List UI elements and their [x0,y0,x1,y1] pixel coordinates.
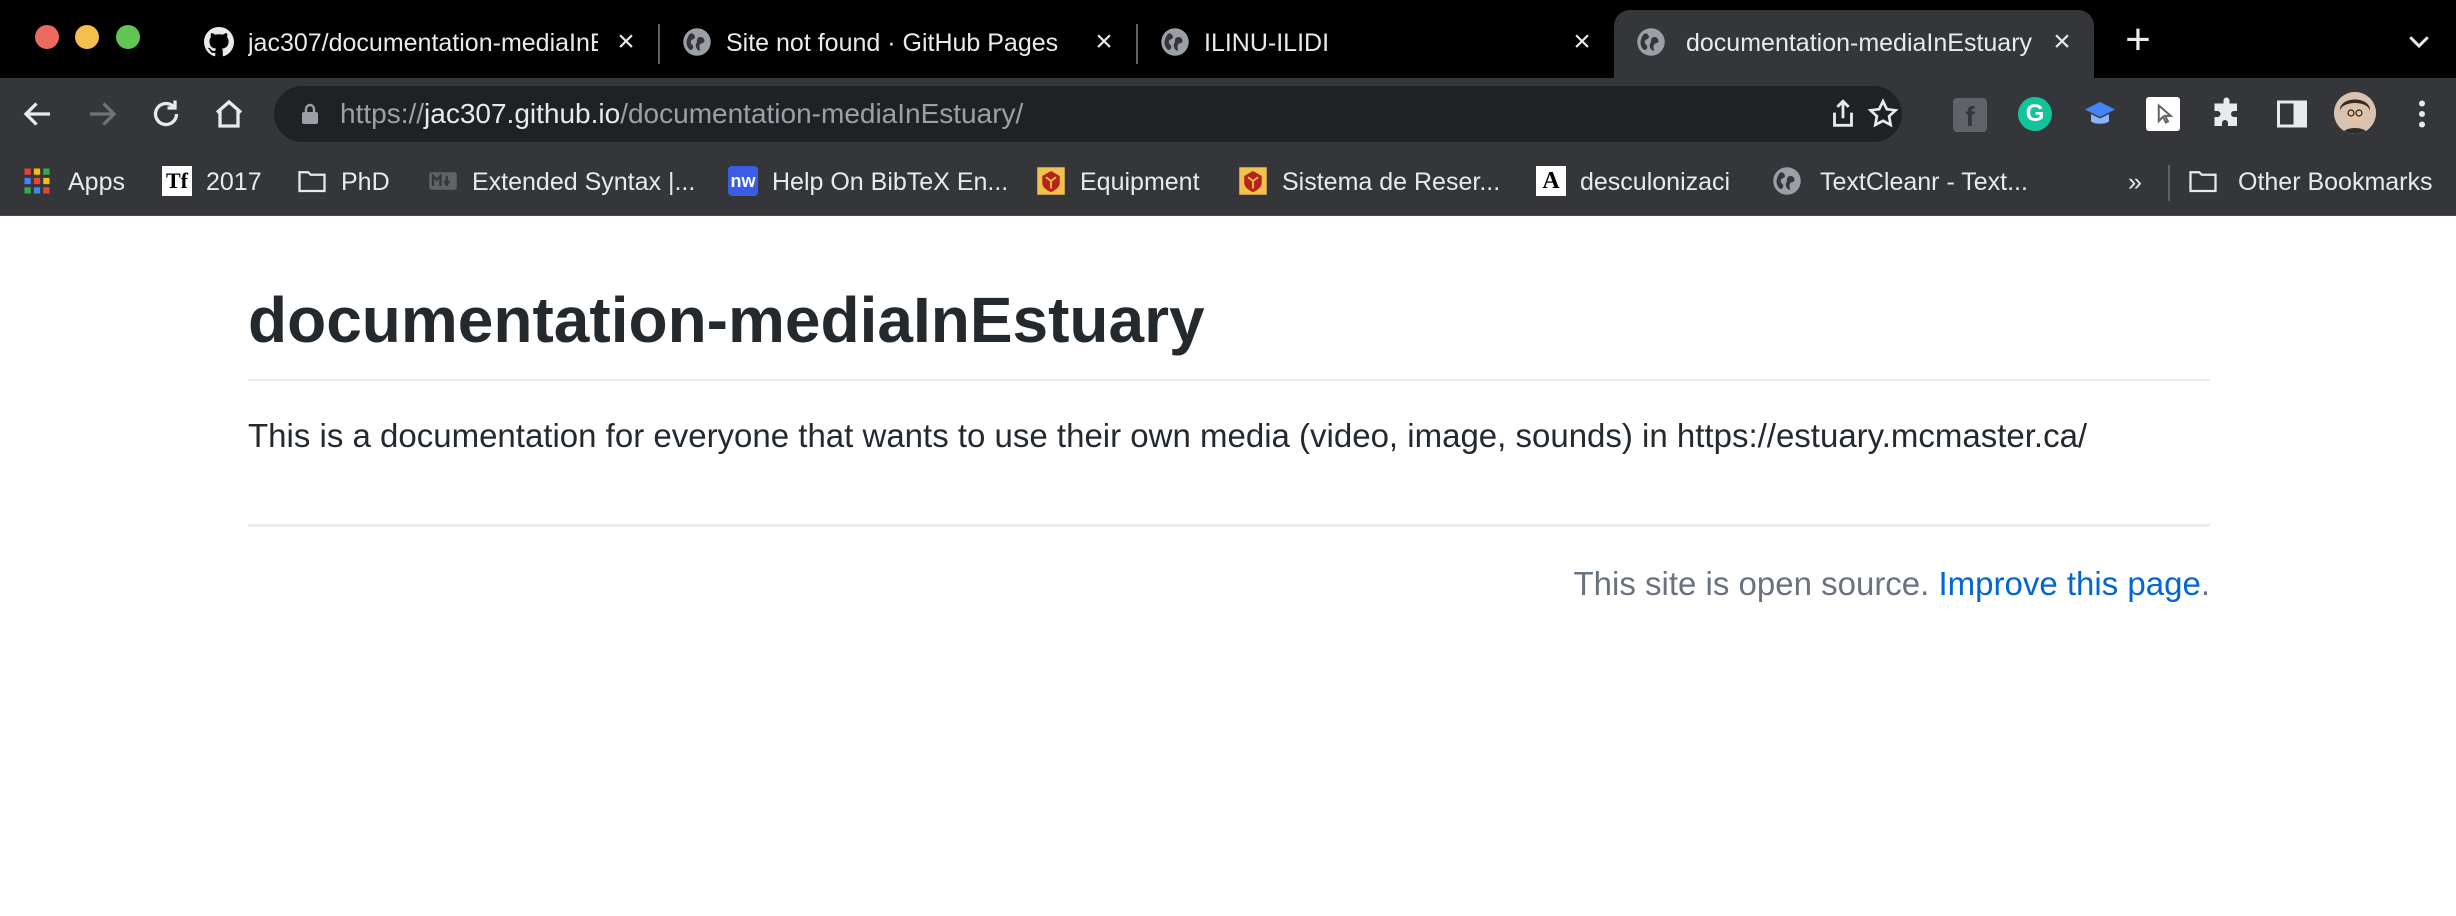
bookmark-label: PhD [341,168,390,196]
globe-icon [683,28,711,56]
markdown-icon [429,172,457,190]
url-scheme: https:// [340,98,425,129]
folder-icon [298,171,326,193]
url-host: jac307.github.io [424,98,621,129]
home-icon[interactable] [211,96,247,132]
bookmark-label: 2017 [206,168,262,196]
tab-documentation-mediainestuary[interactable]: documentation-mediaInEstuary × [1614,10,2094,78]
bookmark-2017[interactable]: Tf 2017 [162,162,272,202]
cursor-extension-icon[interactable] [2146,97,2180,131]
apps-grid-icon [24,168,50,194]
bookmark-label: TextCleanr - Text... [1820,168,2028,196]
bookmarks-bar: Apps Tf 2017 PhD Extended Syntax |... nw… [0,150,2456,216]
new-tab-button[interactable]: + [2118,18,2158,62]
forward-arrow-icon[interactable] [84,96,120,132]
globe-icon [1773,167,1801,195]
tf-icon: Tf [162,166,192,196]
footer-text: This site is open source. [1573,565,1930,602]
globe-icon [1161,28,1189,56]
folder-icon [2189,171,2217,193]
footer-period: . [2200,565,2210,602]
bookmark-label: desculonizaci [1580,168,1731,196]
lock-icon[interactable] [298,102,322,126]
reload-icon[interactable] [148,96,184,132]
url-path: /documentation-mediaInEstuary/ [620,98,1024,129]
bookmark-label: Apps [68,168,125,196]
other-bookmarks-folder[interactable]: Other Bookmarks [2188,162,2448,202]
improve-page-link[interactable]: Improve this page [1939,565,2201,602]
bookmark-sistema-de-reservas[interactable]: Sistema de Reser... [1238,162,1518,202]
site-footer: This site is open source. Improve this p… [1574,564,2211,604]
bookmark-bibtex-help[interactable]: nw Help On BibTeX En... [728,162,1018,202]
address-bar-url[interactable]: https://jac307.github.io/documentation-m… [340,97,1023,131]
globe-icon [1637,28,1665,56]
bookmarks-overflow-button[interactable]: » [2128,162,2152,202]
bookmark-label: Extended Syntax |... [472,168,696,196]
bookmarks-separator [2168,165,2170,201]
tab-title: documentation-mediaInEstuary [1686,29,2033,57]
page-description: This is a documentation for everyone tha… [248,417,2088,454]
bookmark-apps[interactable]: Apps [22,162,132,202]
crest-icon [1239,167,1267,195]
bookmark-folder-phd[interactable]: PhD [297,162,407,202]
page-content: documentation-mediaInEstuary This is a d… [0,216,2456,916]
nw-icon: nw [728,166,758,196]
bookmark-star-icon[interactable] [1866,97,1900,131]
github-icon [204,27,234,57]
close-tab-icon[interactable]: × [2044,24,2080,60]
tab-ilinu-ilidi[interactable]: ILINU-ILIDI × [1116,10,1606,78]
share-icon[interactable] [1826,97,1860,131]
bookmark-desculonizaci[interactable]: A desculonizaci [1536,162,1746,202]
chevron-down-icon[interactable] [2404,26,2434,56]
puzzle-extensions-icon[interactable] [2210,96,2246,132]
a-letter-icon: A [1536,166,1566,196]
avatar-icon [2334,92,2376,134]
title-divider [248,379,2210,381]
grammarly-extension-icon[interactable]: G [2018,97,2052,131]
tab-site-not-found[interactable]: Site not found · GitHub Pages × [638,10,1128,78]
side-panel-icon[interactable] [2274,96,2310,132]
page-title: documentation-mediaInEstuary [248,284,1205,356]
facebook-extension-icon[interactable]: f [1953,98,1987,132]
browser-toolbar: https://jac307.github.io/documentation-m… [0,78,2456,150]
bookmark-equipment[interactable]: Equipment [1036,162,1216,202]
close-window-button[interactable] [35,25,59,49]
close-tab-icon[interactable]: × [1564,24,1600,60]
tab-title: jac307/documentation-mediaInEstuary [248,29,598,57]
footer-divider [248,524,2210,527]
tab-strip: jac307/documentation-mediaInEstuary × Si… [0,0,2456,78]
bookmark-label: Equipment [1080,168,1200,196]
crest-icon [1037,167,1065,195]
tab-github-repo[interactable]: jac307/documentation-mediaInEstuary × [160,10,650,78]
bookmark-label: Help On BibTeX En... [772,168,1009,196]
bookmark-label: Other Bookmarks [2238,168,2433,196]
graduation-cap-extension-icon[interactable] [2082,96,2118,132]
bookmark-label: Sistema de Reser... [1282,168,1501,196]
cursor-icon [2157,103,2174,124]
minimize-window-button[interactable] [75,25,99,49]
profile-avatar[interactable] [2334,92,2376,134]
tab-title: ILINU-ILIDI [1204,29,1330,57]
bookmark-textcleanr[interactable]: TextCleanr - Text... [1772,162,2052,202]
tab-title: Site not found · GitHub Pages [726,29,1059,57]
maximize-window-button[interactable] [116,25,140,49]
back-arrow-icon[interactable] [20,96,56,132]
kebab-menu-icon[interactable] [2404,96,2440,132]
address-bar[interactable]: https://jac307.github.io/documentation-m… [274,86,1902,142]
bookmark-extended-syntax[interactable]: Extended Syntax |... [428,162,708,202]
overflow-chevron-icon: » [2128,168,2142,196]
